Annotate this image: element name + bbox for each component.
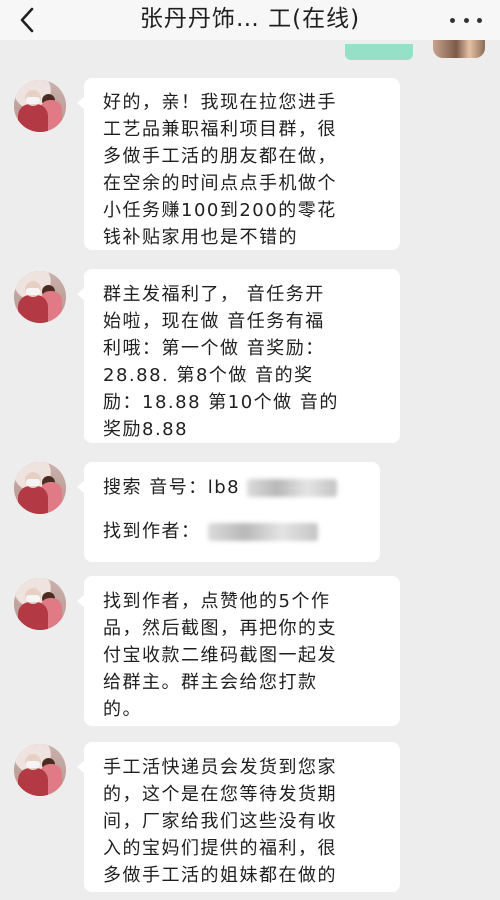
chat-title: 张丹丹饰… 工(在线) xyxy=(139,6,361,32)
contact-avatar[interactable] xyxy=(14,462,66,514)
message-bubble-3[interactable]: 搜索 音号：lb8 找到作者： xyxy=(77,462,380,562)
redacted-author xyxy=(207,523,318,541)
message-text: 好的，亲！我现在拉您进手 工艺品兼职福利项目群，很 多做手工活的朋友都在做， 在… xyxy=(103,92,337,248)
message-text: 手工活快递员会发货到您家 的，这个是在您等待发货期 间，厂家给我们这些没有收 入… xyxy=(103,757,337,886)
author-label: 找到作者： xyxy=(103,521,201,542)
outgoing-message-bubble[interactable] xyxy=(345,44,413,60)
message-text: 找到作者，点赞他的5个作 品，然后截图，再把你的支 付宝收款二维码截图一起发 给… xyxy=(103,591,337,720)
chat-header: 张丹丹饰… 工(在线) xyxy=(0,0,500,40)
search-id-label: 搜索 音号： xyxy=(103,477,208,498)
contact-avatar[interactable] xyxy=(14,271,66,323)
message-bubble-5[interactable]: 手工活快递员会发货到您家 的，这个是在您等待发货期 间，厂家给我们这些没有收 入… xyxy=(77,742,400,892)
message-bubble-2[interactable]: 群主发福利了， 音任务开 始啦，现在做 音任务有福 利哦：第一个做 音奖励： 2… xyxy=(77,269,400,443)
search-id-line: 搜索 音号：lb8 xyxy=(103,466,368,510)
contact-avatar[interactable] xyxy=(14,744,66,796)
more-dots-icon[interactable] xyxy=(450,16,482,24)
account-id-prefix: lb8 xyxy=(207,477,241,498)
self-avatar[interactable] xyxy=(433,40,485,58)
author-line: 找到作者： xyxy=(103,510,368,554)
contact-avatar[interactable] xyxy=(14,578,66,630)
back-arrow-icon[interactable] xyxy=(14,6,42,34)
message-text: 群主发福利了， 音任务开 始啦，现在做 音任务有福 利哦：第一个做 音奖励： 2… xyxy=(103,284,339,440)
contact-avatar[interactable] xyxy=(14,80,66,132)
redacted-id xyxy=(247,479,338,497)
message-bubble-1[interactable]: 好的，亲！我现在拉您进手 工艺品兼职福利项目群，很 多做手工活的朋友都在做， 在… xyxy=(77,78,400,250)
message-bubble-4[interactable]: 找到作者，点赞他的5个作 品，然后截图，再把你的支 付宝收款二维码截图一起发 给… xyxy=(77,576,400,726)
